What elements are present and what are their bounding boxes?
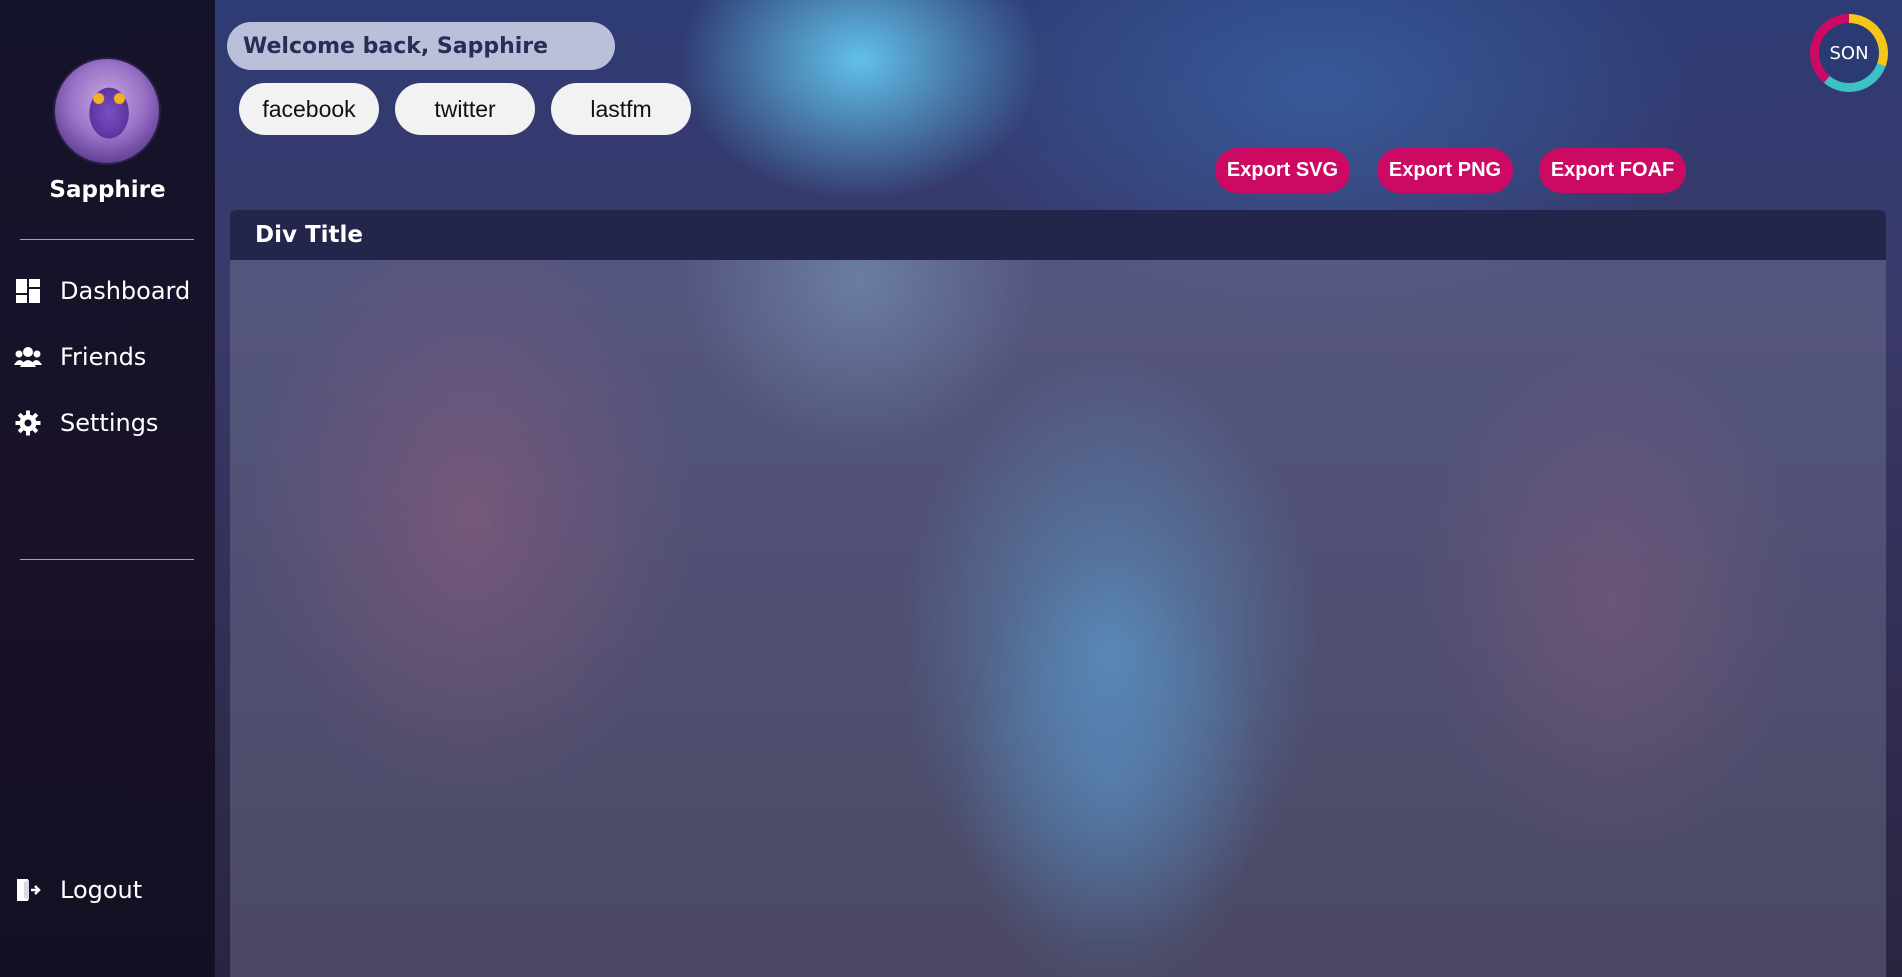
export-png-button[interactable]: Export PNG [1377, 148, 1513, 193]
sidebar-item-label: Dashboard [60, 277, 191, 305]
sidebar-item-label: Friends [60, 343, 147, 371]
logout-label: Logout [60, 876, 143, 904]
welcome-banner: Welcome back, Sapphire [227, 22, 615, 70]
sidebar-item-dashboard[interactable]: Dashboard [14, 271, 190, 311]
sidebar-item-label: Settings [60, 409, 159, 437]
panel-content [230, 260, 1886, 977]
sidebar-item-friends[interactable]: Friends [14, 337, 146, 377]
lastfm-button[interactable]: lastfm [551, 83, 691, 135]
sidebar: Sapphire Dashboard Friends Settings Logo… [0, 0, 215, 977]
logout-icon [14, 876, 42, 904]
logout-button[interactable]: Logout [14, 870, 142, 910]
username: Sapphire [49, 177, 166, 203]
users-icon [14, 343, 42, 371]
sidebar-divider-top [20, 239, 194, 240]
app-logo[interactable]: SON [1810, 14, 1888, 92]
facebook-button[interactable]: facebook [239, 83, 379, 135]
sidebar-divider-bottom [20, 559, 194, 560]
gear-icon [14, 409, 42, 437]
export-foaf-button[interactable]: Export FOAF [1539, 148, 1686, 193]
panel-title: Div Title [230, 210, 1886, 260]
twitter-button[interactable]: twitter [395, 83, 535, 135]
main-panel: Div Title [230, 210, 1886, 977]
dashboard-icon [14, 277, 42, 305]
avatar[interactable] [53, 57, 161, 165]
logo-text: SON [1819, 23, 1879, 83]
sidebar-item-settings[interactable]: Settings [14, 403, 158, 443]
export-svg-button[interactable]: Export SVG [1215, 148, 1350, 193]
